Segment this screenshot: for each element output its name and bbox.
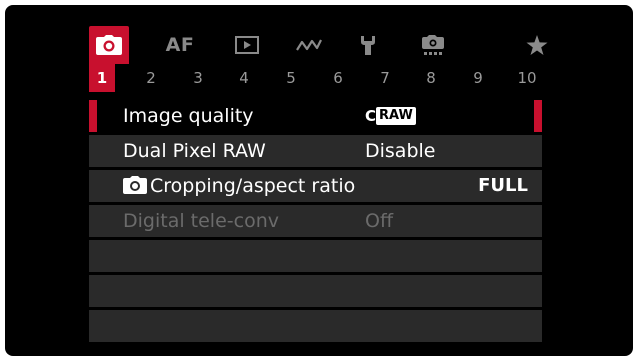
page-number-6[interactable]: 6 <box>325 64 351 92</box>
menu-item-cropping-aspect-ratio[interactable]: Cropping/aspect ratio FULL <box>89 170 542 202</box>
wireless-icon <box>296 39 322 51</box>
tab-af-label: AF <box>165 34 195 56</box>
menu-item-value: Disable <box>365 140 436 162</box>
menu-item-label: Dual Pixel RAW <box>123 140 266 162</box>
page-number-9[interactable]: 9 <box>465 64 491 92</box>
menu-item-digital-tele-conv: Digital tele-conv Off <box>89 205 542 237</box>
craw-prefix: C <box>365 106 376 125</box>
custom-camera-icon <box>422 35 444 55</box>
menu-item-empty <box>89 240 542 272</box>
menu-tab-bar: AF <box>85 26 560 64</box>
star-icon <box>526 34 548 55</box>
page-number-2[interactable]: 2 <box>138 64 164 92</box>
menu-screen: AF 1 2 3 4 5 6 7 8 9 10 Image quality C … <box>85 20 560 345</box>
menu-item-empty <box>89 275 542 307</box>
menu-item-value: Off <box>365 210 394 232</box>
tab-af[interactable]: AF <box>160 26 200 64</box>
page-number-8[interactable]: 8 <box>418 64 444 92</box>
wrench-icon <box>361 36 375 55</box>
menu-item-label: Digital tele-conv <box>123 210 279 232</box>
menu-item-value: FULL <box>478 175 528 196</box>
camera-icon <box>96 35 122 55</box>
craw-badge: C RAW <box>365 105 416 127</box>
camera-icon <box>123 175 147 194</box>
page-number-1[interactable]: 1 <box>89 64 115 92</box>
page-number-7[interactable]: 7 <box>372 64 398 92</box>
page-number-5[interactable]: 5 <box>278 64 304 92</box>
menu-item-label-wrap: Cropping/aspect ratio <box>123 170 355 202</box>
raw-label: RAW <box>376 106 416 125</box>
menu-item-value: C RAW <box>365 100 416 132</box>
tab-custom-functions[interactable] <box>413 26 453 64</box>
tab-playback[interactable] <box>227 26 267 64</box>
menu-page-selector: 1 2 3 4 5 6 7 8 9 10 <box>85 64 560 92</box>
page-number-3[interactable]: 3 <box>185 64 211 92</box>
tab-shooting[interactable] <box>89 26 129 64</box>
playback-icon <box>235 36 259 54</box>
page-number-10[interactable]: 10 <box>514 64 540 92</box>
menu-item-label: Image quality <box>123 105 254 127</box>
tab-wireless[interactable] <box>289 26 329 64</box>
menu-item-label: Cropping/aspect ratio <box>150 175 356 197</box>
menu-item-empty <box>89 310 542 342</box>
menu-item-dual-pixel-raw[interactable]: Dual Pixel RAW Disable <box>89 135 542 167</box>
tab-setup[interactable] <box>348 26 388 64</box>
camera-lcd-frame: AF 1 2 3 4 5 6 7 8 9 10 Image quality C … <box>5 5 633 356</box>
page-number-4[interactable]: 4 <box>231 64 257 92</box>
menu-item-image-quality[interactable]: Image quality C RAW <box>89 100 542 132</box>
tab-my-menu[interactable] <box>517 26 557 64</box>
